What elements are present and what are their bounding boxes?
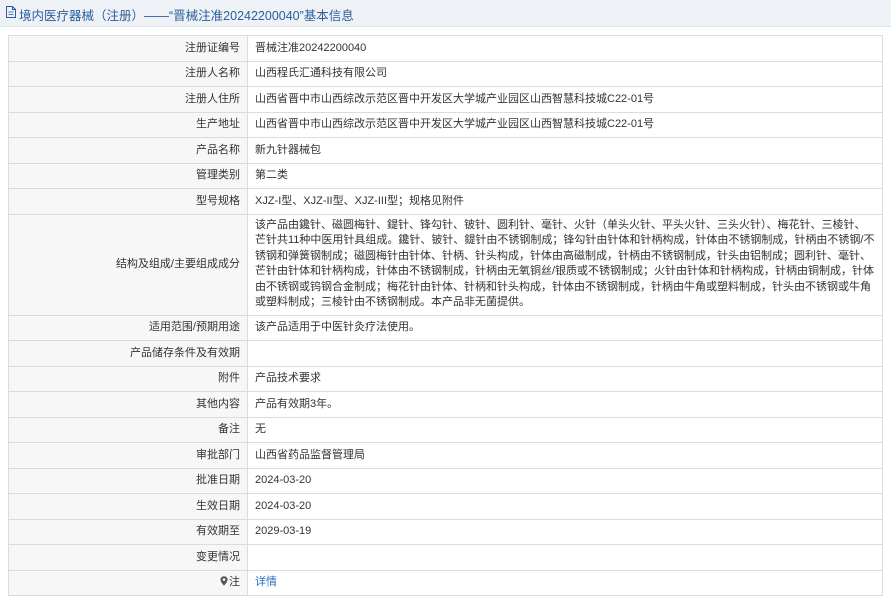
field-value: 该产品适用于中医针灸疗法使用。 bbox=[247, 314, 883, 341]
field-value: 2029-03-19 bbox=[247, 518, 883, 545]
info-row: 附件 产品技术要求 bbox=[8, 365, 883, 392]
field-label: 注册人名称 bbox=[8, 60, 248, 87]
field-label: 管理类别 bbox=[8, 162, 248, 189]
field-label: 备注 bbox=[8, 416, 248, 443]
info-row: 其他内容 产品有效期3年。 bbox=[8, 391, 883, 418]
field-value: 产品技术要求 bbox=[247, 365, 883, 392]
info-row: 注册人住所 山西省晋中市山西综改示范区晋中开发区大学城产业园区山西智慧科技城C22… bbox=[8, 86, 883, 113]
page-title: 境内医疗器械（注册）——“晋械注准20242200040”基本信息 bbox=[19, 9, 354, 23]
info-row: 结构及组成/主要组成成分 该产品由鑱针、磁圆梅针、鍉针、锋勾针、铍针、圆利针、毫针… bbox=[8, 213, 883, 316]
field-label: 结构及组成/主要组成成分 bbox=[8, 213, 248, 316]
info-row: 注册证编号 晋械注准20242200040 bbox=[8, 35, 883, 62]
note-label-cell: 注 bbox=[8, 569, 248, 596]
device-info-table: 注册证编号 晋械注准20242200040 注册人名称 山西程氏汇通科技有限公司 注册人… bbox=[8, 35, 883, 596]
field-label: 其他内容 bbox=[8, 391, 248, 418]
field-value bbox=[247, 544, 883, 571]
field-value: 产品有效期3年。 bbox=[247, 391, 883, 418]
field-label: 审批部门 bbox=[8, 442, 248, 469]
info-row: 生产地址 山西省晋中市山西综改示范区晋中开发区大学城产业园区山西智慧科技城C22-… bbox=[8, 111, 883, 138]
info-row: 注册人名称 山西程氏汇通科技有限公司 bbox=[8, 60, 883, 87]
info-row: 审批部门 山西省药品监督管理局 bbox=[8, 442, 883, 469]
info-row: 产品名称 新九针器械包 bbox=[8, 137, 883, 164]
field-label: 附件 bbox=[8, 365, 248, 392]
info-row: 生效日期 2024-03-20 bbox=[8, 493, 883, 520]
info-row: 适用范围/预期用途 该产品适用于中医针灸疗法使用。 bbox=[8, 314, 883, 341]
info-row: 产品储存条件及有效期 bbox=[8, 340, 883, 367]
field-label: 产品储存条件及有效期 bbox=[8, 340, 248, 367]
info-row: 型号规格 XJZ-I型、XJZ-II型、XJZ-III型；规格见附件 bbox=[8, 188, 883, 215]
info-row: 变更情况 bbox=[8, 544, 883, 571]
field-label: 有效期至 bbox=[8, 518, 248, 545]
info-row: 管理类别 第二类 bbox=[8, 162, 883, 189]
field-label: 型号规格 bbox=[8, 188, 248, 215]
field-value: 第二类 bbox=[247, 162, 883, 189]
title-bar: 境内医疗器械（注册）——“晋械注准20242200040”基本信息 bbox=[0, 0, 891, 27]
field-value: 2024-03-20 bbox=[247, 493, 883, 520]
info-row: 批准日期 2024-03-20 bbox=[8, 467, 883, 494]
field-label: 注册证编号 bbox=[8, 35, 248, 62]
note-row: 注 详情 bbox=[8, 569, 883, 596]
field-value: 山西省晋中市山西综改示范区晋中开发区大学城产业园区山西智慧科技城C22-01号 bbox=[247, 86, 883, 113]
note-label: 注 bbox=[229, 576, 240, 588]
field-value: 无 bbox=[247, 416, 883, 443]
field-value: 2024-03-20 bbox=[247, 467, 883, 494]
details-link[interactable]: 详情 bbox=[255, 576, 277, 588]
field-value bbox=[247, 340, 883, 367]
field-value: 新九针器械包 bbox=[247, 137, 883, 164]
field-label: 产品名称 bbox=[8, 137, 248, 164]
field-value: 山西省晋中市山西综改示范区晋中开发区大学城产业园区山西智慧科技城C22-01号 bbox=[247, 111, 883, 138]
field-value: 山西省药品监督管理局 bbox=[247, 442, 883, 469]
field-label: 适用范围/预期用途 bbox=[8, 314, 248, 341]
field-label: 生产地址 bbox=[8, 111, 248, 138]
field-value: 该产品由鑱针、磁圆梅针、鍉针、锋勾针、铍针、圆利针、毫针、火针（单头火针、平头火… bbox=[247, 213, 883, 316]
field-label: 注册人住所 bbox=[8, 86, 248, 113]
document-icon bbox=[6, 6, 16, 18]
note-value-cell: 详情 bbox=[247, 569, 883, 596]
field-label: 批准日期 bbox=[8, 467, 248, 494]
map-pin-icon bbox=[220, 576, 228, 586]
field-label: 生效日期 bbox=[8, 493, 248, 520]
info-row: 备注无 bbox=[8, 416, 883, 443]
field-label: 变更情况 bbox=[8, 544, 248, 571]
field-value: 山西程氏汇通科技有限公司 bbox=[247, 60, 883, 87]
field-value: XJZ-I型、XJZ-II型、XJZ-III型；规格见附件 bbox=[247, 188, 883, 215]
info-row: 有效期至 2029-03-19 bbox=[8, 518, 883, 545]
field-value: 晋械注准20242200040 bbox=[247, 35, 883, 62]
